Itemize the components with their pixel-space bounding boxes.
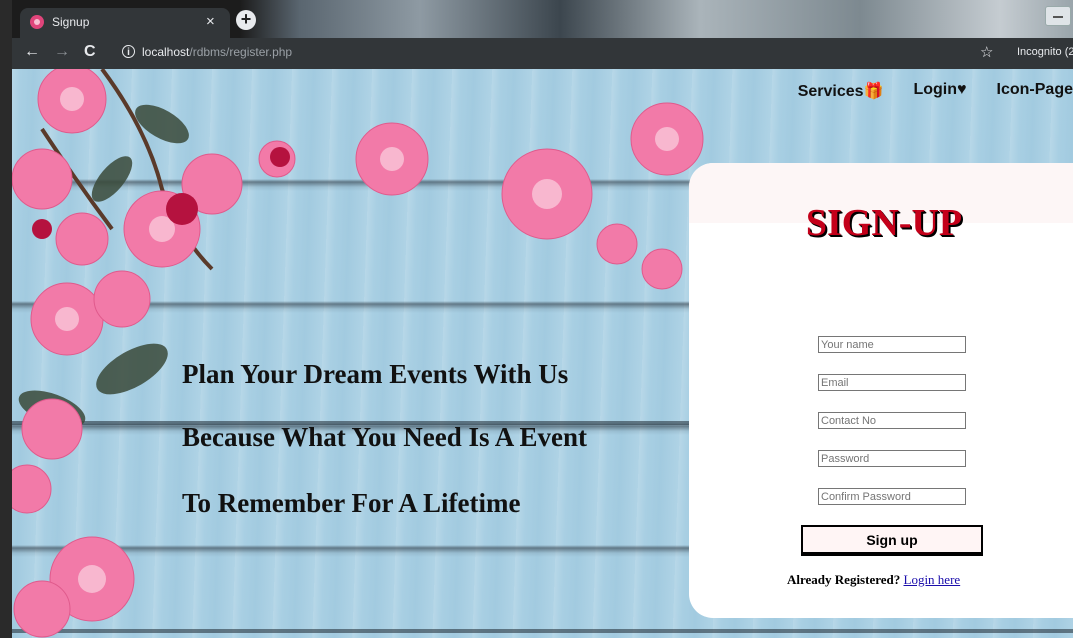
nav-services-link[interactable]: Services🎁 xyxy=(798,81,884,101)
forward-arrow-icon[interactable]: → xyxy=(54,43,70,61)
browser-toolbar: ← → C i localhost/rdbms/register.php ☆ I… xyxy=(12,38,1073,69)
hero-line-2: Because What You Need Is A Event xyxy=(182,422,588,452)
tab-title: Signup xyxy=(52,15,90,29)
confirm-password-field[interactable] xyxy=(818,488,966,505)
signup-button[interactable]: Sign up xyxy=(801,525,983,556)
minimize-button[interactable] xyxy=(1045,6,1071,26)
login-prompt: Already Registered? Login here xyxy=(787,572,960,588)
login-here-link[interactable]: Login here xyxy=(904,572,961,587)
reload-icon[interactable]: C xyxy=(84,43,96,61)
name-field[interactable] xyxy=(818,336,966,353)
address-bar[interactable]: localhost/rdbms/register.php xyxy=(142,45,292,59)
profile-label[interactable]: Incognito (2 xyxy=(1017,46,1073,58)
cherry-blossom-decoration xyxy=(12,69,704,638)
back-arrow-icon[interactable]: ← xyxy=(24,43,40,61)
signup-title: SIGN-UP xyxy=(805,202,963,244)
info-icon[interactable]: i xyxy=(122,45,135,58)
top-navigation: Services🎁 Login♥ Icon-Page xyxy=(798,81,1073,101)
email-field[interactable] xyxy=(818,374,966,391)
star-icon[interactable]: ☆ xyxy=(980,43,993,61)
nav-icon-page-link[interactable]: Icon-Page xyxy=(997,81,1073,101)
hero-line-1: Plan Your Dream Events With Us xyxy=(182,359,569,389)
url-path: /rdbms/register.php xyxy=(189,45,293,59)
already-registered-text: Already Registered? xyxy=(787,572,901,587)
url-host: localhost xyxy=(142,45,190,59)
contact-field[interactable] xyxy=(818,412,966,429)
browser-tab[interactable]: Signup × xyxy=(20,8,230,38)
hero-line-3: To Remember For A Lifetime xyxy=(182,488,521,518)
close-icon[interactable]: × xyxy=(206,13,215,30)
password-field[interactable] xyxy=(818,450,966,467)
tab-favicon-icon xyxy=(30,15,44,29)
page-viewport: Services🎁 Login♥ Icon-Page Plan Your Dre… xyxy=(12,69,1073,638)
signup-card: SIGN-UP Sign up Already Registered? Logi… xyxy=(689,163,1073,618)
nav-login-link[interactable]: Login♥ xyxy=(913,81,966,101)
plus-icon[interactable]: + xyxy=(236,10,256,30)
window-edge xyxy=(0,0,12,638)
